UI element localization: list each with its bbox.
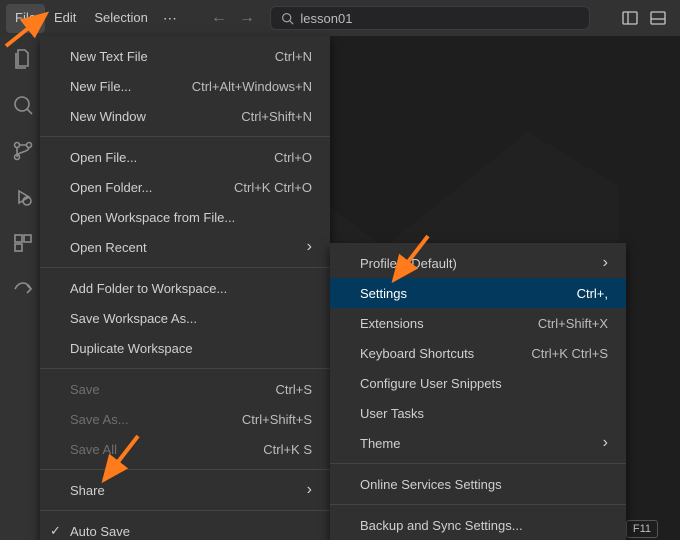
debug-icon (11, 185, 35, 209)
menubar: File Edit Selection ⋯ (6, 4, 183, 33)
menu-shortcut: Ctrl+Alt+Windows+N (192, 79, 312, 94)
menu-separator (40, 267, 330, 268)
preferences-menu: Profiles (Default) › Settings Ctrl+, Ext… (330, 243, 626, 540)
layout-controls (610, 10, 666, 26)
file-menu-duplicate-workspace[interactable]: Duplicate Workspace (40, 333, 330, 363)
menu-shortcut: Ctrl+N (275, 49, 312, 64)
menu-label: Auto Save (70, 524, 130, 539)
files-icon (11, 47, 35, 71)
pref-menu-user-tasks[interactable]: User Tasks (330, 398, 626, 428)
file-menu-open-recent[interactable]: Open Recent › (40, 232, 330, 262)
menu-separator (330, 463, 626, 464)
file-menu-new-window[interactable]: New Window Ctrl+Shift+N (40, 101, 330, 131)
nav-arrows: ← → (205, 9, 261, 27)
file-menu-open-workspace[interactable]: Open Workspace from File... (40, 202, 330, 232)
extensions-icon (11, 231, 35, 255)
menu-label: Profiles (Default) (360, 256, 457, 271)
menu-shortcut: Ctrl+Shift+X (538, 316, 608, 331)
pref-menu-profiles[interactable]: Profiles (Default) › (330, 248, 626, 278)
menu-separator (330, 504, 626, 505)
chevron-right-icon: › (603, 434, 608, 452)
menu-shortcut: Ctrl+, (577, 286, 608, 301)
menu-shortcut: Ctrl+O (274, 150, 312, 165)
menu-label: User Tasks (360, 406, 424, 421)
chevron-right-icon: › (307, 481, 312, 499)
menu-label: Open File... (70, 150, 137, 165)
search-icon (281, 12, 294, 25)
menu-label: Save All (70, 442, 117, 457)
menu-label: New File... (70, 79, 131, 94)
menu-label: Save (70, 382, 100, 397)
file-menu-save-all: Save All Ctrl+K S (40, 434, 330, 464)
file-menu-new-text-file[interactable]: New Text File Ctrl+N (40, 41, 330, 71)
layout-left-icon[interactable] (622, 10, 638, 26)
title-bar: File Edit Selection ⋯ ← → lesson01 (0, 0, 680, 36)
file-menu-save-workspace-as[interactable]: Save Workspace As... (40, 303, 330, 333)
menu-label: Save As... (70, 412, 129, 427)
menu-label: Duplicate Workspace (70, 341, 193, 356)
file-menu-share[interactable]: Share › (40, 475, 330, 505)
branch-icon (11, 139, 35, 163)
command-center[interactable]: lesson01 (261, 6, 600, 30)
menu-label: Configure User Snippets (360, 376, 502, 391)
menu-label: Settings (360, 286, 407, 301)
file-menu-new-file[interactable]: New File... Ctrl+Alt+Windows+N (40, 71, 330, 101)
menu-label: Open Workspace from File... (70, 210, 235, 225)
file-menu-save: Save Ctrl+S (40, 374, 330, 404)
menu-edit[interactable]: Edit (45, 4, 85, 33)
search-text: lesson01 (300, 11, 352, 26)
file-menu-add-folder[interactable]: Add Folder to Workspace... (40, 273, 330, 303)
menu-shortcut: Ctrl+K S (263, 442, 312, 457)
menu-label: Online Services Settings (360, 477, 502, 492)
search-icon (11, 93, 35, 117)
file-menu: New Text File Ctrl+N New File... Ctrl+Al… (40, 36, 330, 540)
menu-file[interactable]: File (6, 4, 45, 33)
check-icon: ✓ (50, 523, 61, 539)
menu-label: Add Folder to Workspace... (70, 281, 227, 296)
menu-label: Backup and Sync Settings... (360, 518, 523, 533)
menu-selection[interactable]: Selection (85, 4, 156, 33)
layout-bottom-icon[interactable] (650, 10, 666, 26)
menu-shortcut: Ctrl+S (276, 382, 312, 397)
pref-menu-keyboard-shortcuts[interactable]: Keyboard Shortcuts Ctrl+K Ctrl+S (330, 338, 626, 368)
cropped-shortcut: F11 (626, 520, 658, 538)
menu-separator (40, 469, 330, 470)
menu-label: Extensions (360, 316, 424, 331)
menu-label: Open Folder... (70, 180, 152, 195)
file-menu-open-file[interactable]: Open File... Ctrl+O (40, 142, 330, 172)
menu-label: Save Workspace As... (70, 311, 197, 326)
menu-shortcut: Ctrl+K Ctrl+S (531, 346, 608, 361)
file-menu-auto-save[interactable]: ✓ Auto Save (40, 516, 330, 540)
menu-separator (40, 510, 330, 511)
pref-menu-extensions[interactable]: Extensions Ctrl+Shift+X (330, 308, 626, 338)
menu-label: Share (70, 483, 105, 498)
file-menu-save-as: Save As... Ctrl+Shift+S (40, 404, 330, 434)
menu-label: Open Recent (70, 240, 147, 255)
pref-menu-theme[interactable]: Theme › (330, 428, 626, 458)
nav-forward-icon[interactable]: → (239, 9, 255, 27)
menu-label: Keyboard Shortcuts (360, 346, 474, 361)
share-icon (11, 277, 35, 301)
nav-back-icon[interactable]: ← (211, 9, 227, 27)
pref-menu-config-snippets[interactable]: Configure User Snippets (330, 368, 626, 398)
pref-menu-settings[interactable]: Settings Ctrl+, (330, 278, 626, 308)
pref-menu-backup-sync[interactable]: Backup and Sync Settings... (330, 510, 626, 540)
file-menu-open-folder[interactable]: Open Folder... Ctrl+K Ctrl+O (40, 172, 330, 202)
menu-label: New Text File (70, 49, 148, 64)
menu-shortcut: Ctrl+Shift+N (241, 109, 312, 124)
menu-more-icon[interactable]: ⋯ (157, 4, 183, 33)
menu-label: Theme (360, 436, 400, 451)
menu-label: New Window (70, 109, 146, 124)
menu-shortcut: Ctrl+K Ctrl+O (234, 180, 312, 195)
menu-shortcut: Ctrl+Shift+S (242, 412, 312, 427)
menu-separator (40, 136, 330, 137)
menu-separator (40, 368, 330, 369)
pref-menu-online-services[interactable]: Online Services Settings (330, 469, 626, 499)
chevron-right-icon: › (307, 238, 312, 256)
chevron-right-icon: › (603, 254, 608, 272)
